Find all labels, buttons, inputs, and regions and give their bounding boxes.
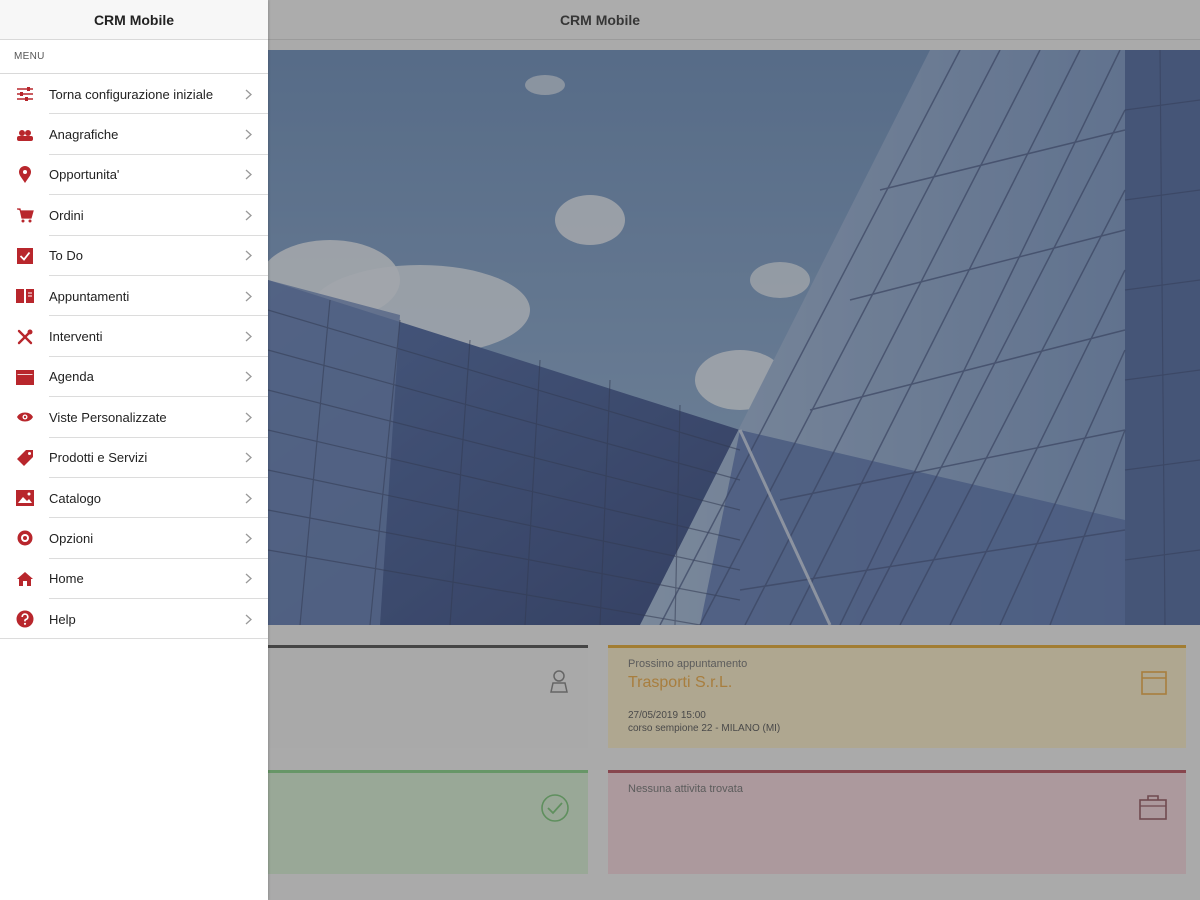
menu-backdrop[interactable] [268,0,1200,900]
menu-item-label: Catalogo [49,490,102,506]
menu-item-viste-personalizzate[interactable]: Viste Personalizzate [0,397,268,438]
menu-item-home[interactable]: Home [0,559,268,600]
menu-item-label: Ordini [49,207,84,223]
chevron-right-icon [242,209,254,221]
menu-title: CRM Mobile [93,11,175,28]
menu-item-agenda[interactable]: Agenda [0,357,268,398]
gear-icon [15,528,35,548]
chevron-right-icon [242,250,254,262]
menu-item-label: To Do [49,248,83,264]
menu-item-ordini[interactable]: Ordini [0,195,268,236]
menu-section-label: MENU [0,40,268,74]
help-icon [15,609,35,629]
menu-item-appuntamenti[interactable]: Appuntamenti [0,276,268,317]
menu-item-todo[interactable]: To Do [0,236,268,277]
chevron-right-icon [242,492,254,504]
menu-item-opzioni[interactable]: Opzioni [0,518,268,560]
tools-icon [15,327,35,347]
menu-item-label: Home [49,571,84,587]
chevron-right-icon [242,88,254,100]
menu-item-label: Anagrafiche [49,127,119,143]
menu-list: Torna configurazione iniziale Anagrafich… [0,74,268,640]
calendar-icon [15,367,35,387]
home-icon [15,569,35,589]
chevron-right-icon [242,290,254,302]
cart-icon [15,205,35,225]
menu-item-anagrafiche[interactable]: Anagrafiche [0,114,268,156]
chevron-right-icon [242,129,254,141]
menu-item-reset-config[interactable]: Torna configurazione iniziale [0,74,268,115]
menu-item-label: Appuntamenti [49,288,130,304]
menu-item-label: Help [49,611,76,627]
menu-item-catalogo[interactable]: Catalogo [0,478,268,519]
menu-item-label: Torna configurazione iniziale [49,86,214,102]
menu-item-label: Opzioni [49,530,94,546]
chevron-right-icon [242,371,254,383]
menu-item-label: Viste Personalizzate [49,409,167,425]
menu-item-prodotti-servizi[interactable]: Prodotti e Servizi [0,438,268,479]
menu-item-label: Opportunita' [49,167,120,183]
menu-item-opportunita[interactable]: Opportunita' [0,155,268,196]
menu-item-label: Prodotti e Servizi [49,450,148,466]
chevron-right-icon [242,573,254,585]
menu-item-label: Interventi [49,329,103,345]
menu-item-label: Agenda [49,369,94,385]
menu-item-help[interactable]: Help [0,599,268,640]
chevron-right-icon [242,411,254,423]
catalog-icon [15,488,35,508]
eye-icon [15,407,35,427]
tag-icon [15,448,35,468]
chevron-right-icon [242,169,254,181]
sliders-icon [15,84,35,104]
book-icon [15,286,35,306]
chevron-right-icon [242,331,254,343]
menu-item-interventi[interactable]: Interventi [0,316,268,358]
menu-header: CRM Mobile [0,0,268,40]
checkbox-icon [15,246,35,266]
contacts-icon [15,125,35,145]
side-menu: CRM Mobile MENU Torna configurazione ini… [0,0,268,900]
chevron-right-icon [242,532,254,544]
map-pin-icon [15,165,35,185]
chevron-right-icon [242,452,254,464]
chevron-right-icon [242,613,254,625]
